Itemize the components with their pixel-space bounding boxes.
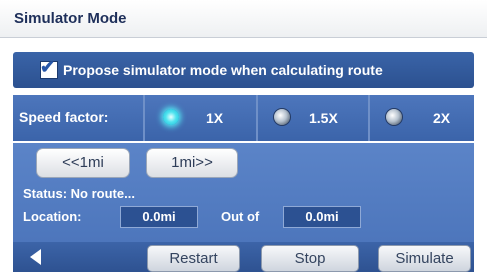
speed-factor-label: Speed factor: xyxy=(19,109,109,125)
status-text: Status: No route... xyxy=(23,186,135,201)
propose-simulator-label: Propose simulator mode when calculating … xyxy=(63,62,383,78)
radio-selected-icon xyxy=(163,109,179,125)
speed-option-2x[interactable]: 2X xyxy=(368,95,476,141)
speed-option-label: 2X xyxy=(433,110,451,126)
back-button[interactable] xyxy=(22,244,50,270)
simulation-panel: <<1mi 1mi>> Status: No route... Location… xyxy=(13,143,474,242)
back-arrow-icon xyxy=(30,249,41,265)
propose-simulator-checkbox[interactable]: ✔ xyxy=(40,57,58,79)
checkmark-icon: ✔ xyxy=(40,57,56,77)
restart-button[interactable]: Restart xyxy=(147,245,240,272)
back-1mi-button[interactable]: <<1mi xyxy=(36,148,130,178)
forward-1mi-button[interactable]: 1mi>> xyxy=(146,148,238,178)
out-of-label: Out of xyxy=(221,209,260,224)
title-bar: Simulator Mode xyxy=(0,0,487,38)
speed-option-label: 1.5X xyxy=(309,110,338,126)
propose-simulator-option[interactable]: ✔ Propose simulator mode when calculatin… xyxy=(13,52,474,88)
radio-unselected-icon xyxy=(386,109,402,125)
bottom-toolbar: Restart Stop Simulate xyxy=(13,242,474,272)
speed-factor-row: Speed factor: 1X 1.5X 2X xyxy=(13,95,474,141)
simulator-mode-screen: Simulator Mode ✔ Propose simulator mode … xyxy=(0,0,487,272)
stop-button[interactable]: Stop xyxy=(261,245,359,272)
radio-unselected-icon xyxy=(274,109,290,125)
page-title: Simulator Mode xyxy=(14,10,127,27)
location-value: 0.0mi xyxy=(120,206,198,228)
location-label: Location: xyxy=(23,209,82,224)
speed-option-1-5x[interactable]: 1.5X xyxy=(256,95,370,141)
simulate-button[interactable]: Simulate xyxy=(378,245,471,272)
speed-option-1x[interactable]: 1X xyxy=(143,95,258,141)
total-distance-value: 0.0mi xyxy=(283,206,361,228)
speed-option-label: 1X xyxy=(206,110,224,126)
